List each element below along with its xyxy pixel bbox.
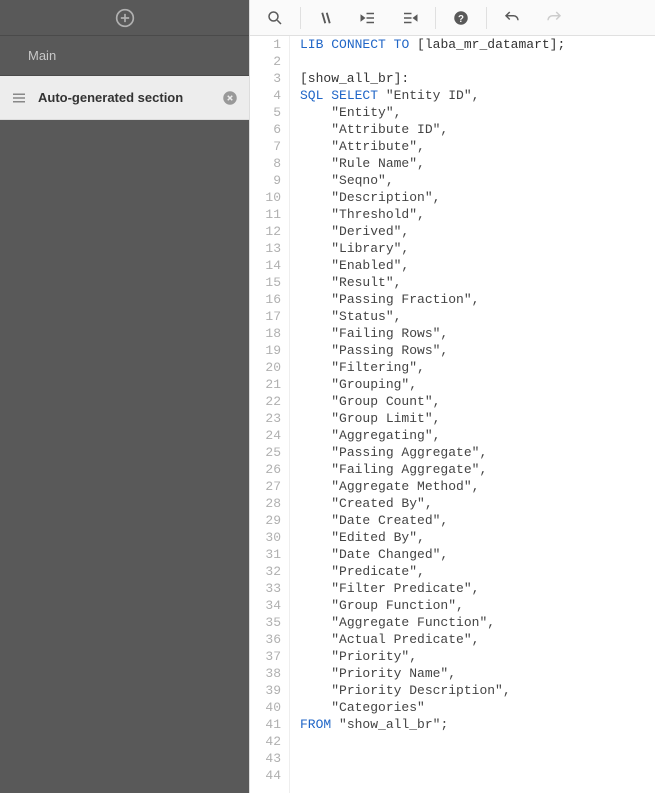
code-editor[interactable]: 1234567891011121314151617181920212223242… (250, 36, 655, 793)
editor-toolbar: ? (250, 0, 655, 36)
redo-button[interactable] (533, 0, 575, 36)
search-button[interactable] (254, 0, 296, 36)
comment-button[interactable] (305, 0, 347, 36)
undo-button[interactable] (491, 0, 533, 36)
outdent-icon (401, 9, 419, 27)
section-header-auto-generated[interactable]: Auto-generated section (0, 76, 249, 120)
toolbar-separator (486, 7, 487, 29)
toolbar-separator (435, 7, 436, 29)
search-icon (266, 9, 284, 27)
section-header-label: Auto-generated section (38, 90, 211, 105)
close-section-icon[interactable] (221, 89, 239, 107)
editor-pane: ? 12345678910111213141516171819202122232… (249, 0, 655, 793)
menu-icon (10, 89, 28, 107)
help-button[interactable]: ? (440, 0, 482, 36)
undo-icon (503, 9, 521, 27)
indent-button[interactable] (347, 0, 389, 36)
sidebar-tab-label: Main (28, 48, 56, 63)
help-icon: ? (452, 9, 470, 27)
sidebar-top-bar (0, 0, 249, 36)
add-section-icon[interactable] (115, 8, 135, 28)
indent-icon (359, 9, 377, 27)
outdent-button[interactable] (389, 0, 431, 36)
sidebar-tab-main[interactable]: Main (0, 36, 249, 76)
line-number-gutter: 1234567891011121314151617181920212223242… (250, 36, 290, 793)
svg-text:?: ? (458, 13, 464, 24)
redo-icon (545, 9, 563, 27)
code-content[interactable]: LIB CONNECT TO [laba_mr_datamart];[show_… (290, 36, 655, 793)
comment-icon (317, 9, 335, 27)
sidebar: Main Auto-generated section (0, 0, 249, 793)
toolbar-separator (300, 7, 301, 29)
